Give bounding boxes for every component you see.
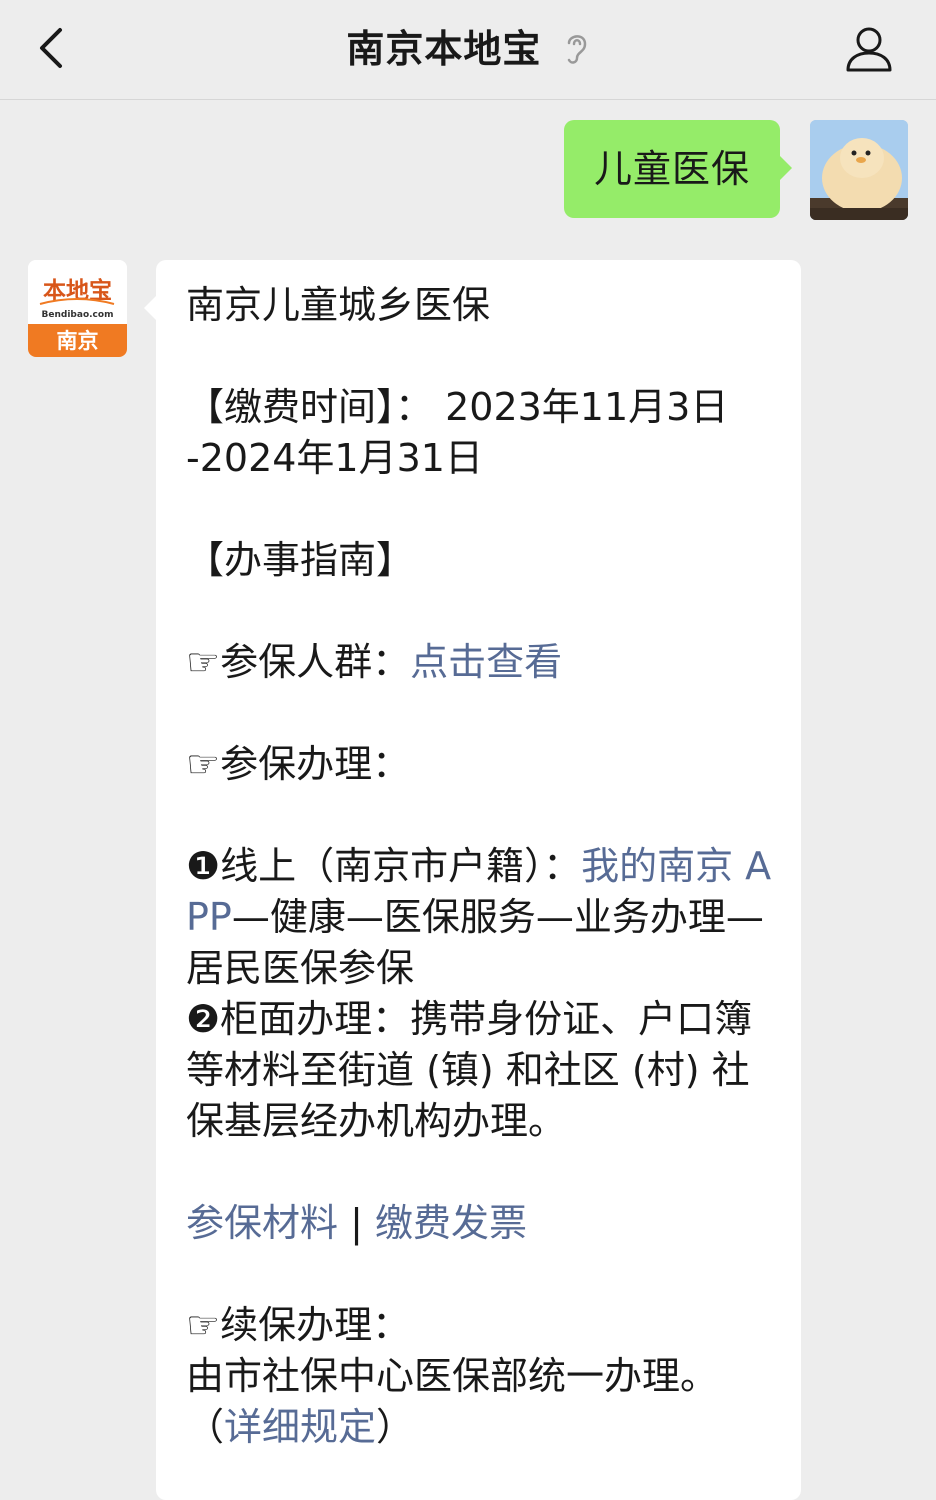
counter-enroll-paragraph: ❷柜面办理：携带身份证、户口簿等材料至街道 (镇) 和社区 (村) 社保基层经办… — [186, 997, 753, 1143]
top-bar: 南京本地宝 — [0, 0, 936, 100]
outgoing-message-bubble[interactable]: 儿童医保 — [563, 120, 793, 218]
user-icon[interactable] — [844, 24, 894, 74]
message-title: 南京儿童城乡医保 — [186, 283, 491, 327]
incoming-message-bubble[interactable]: 南京儿童城乡医保 【缴费时间】： 2023年11月3日 -2024年1月31日 【办事… — [144, 260, 801, 1500]
logo-domain-text: Bendibao.com — [42, 310, 114, 320]
guide-heading: 【办事指南】 — [186, 538, 415, 582]
links-line: 参保材料 | 缴费发票 — [186, 1198, 779, 1249]
ear-icon[interactable] — [564, 30, 590, 66]
online-path: —健康—医保服务—业务办理—居民医保参保 — [186, 895, 764, 990]
renew-label: ☞续保办理： — [186, 1303, 411, 1347]
invoice-link[interactable]: 缴费发票 — [375, 1201, 527, 1245]
insured-group-link[interactable]: 点击查看 — [410, 640, 562, 684]
logo-city-text: 南京 — [57, 329, 99, 353]
fee-time-line: 【缴费时间】： 2023年11月3日 — [186, 382, 779, 433]
duck-avatar-image — [810, 120, 908, 220]
renew-text: 由市社保中心医保部统一办理。 — [186, 1354, 719, 1398]
outgoing-message-text: 儿童医保 — [593, 147, 750, 191]
bendibao-avatar[interactable]: 本地宝 Bendibao.com 南京 — [28, 260, 127, 357]
insured-group-line: ☞参保人群：点击查看 — [186, 637, 779, 688]
materials-link[interactable]: 参保材料 — [186, 1201, 338, 1245]
renew-paren-open: （ — [186, 1405, 225, 1449]
renew-paren-close: ） — [376, 1405, 415, 1449]
my-avatar[interactable] — [810, 120, 908, 220]
chat-title: 南京本地宝 — [346, 27, 542, 71]
chat-title-wrap: 南京本地宝 — [0, 24, 936, 74]
fee-time-label: 【缴费时间】： — [186, 385, 434, 429]
renew-detail-line: （详细规定） — [186, 1402, 779, 1453]
links-separator: | — [338, 1201, 375, 1245]
online-prefix: ❶线上（南京市户籍）： — [186, 844, 582, 888]
fee-time-start: 2023年11月3日 — [433, 385, 729, 429]
renew-detail-link[interactable]: 详细规定 — [224, 1405, 376, 1449]
insured-group-label: ☞参保人群： — [186, 640, 411, 684]
online-enroll-paragraph: ❶线上（南京市户籍）：我的南京 APP—健康—医保服务—业务办理—居民医保参保 — [186, 841, 779, 994]
fee-time-end: -2024年1月31日 — [186, 436, 483, 480]
bendibao-logo: 本地宝 Bendibao.com 南京 — [28, 260, 127, 357]
enroll-label: ☞参保办理： — [186, 742, 411, 786]
